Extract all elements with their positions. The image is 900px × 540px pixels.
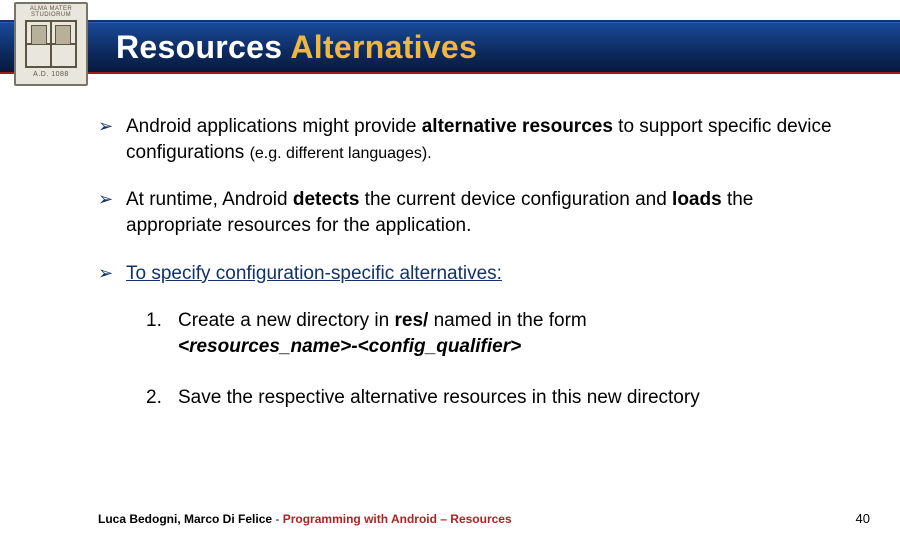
b2-d: loads — [672, 189, 722, 210]
slide-header: Resources Alternatives ALMA MATER STUDIO… — [0, 0, 900, 78]
step-1-number: 1. — [146, 308, 178, 359]
bullet-1: ➢ Android applications might provide alt… — [98, 114, 846, 165]
b2-a: At runtime, Android — [126, 189, 293, 210]
slide-title: Resources Alternatives — [116, 29, 477, 66]
footer-attribution: Luca Bedogni, Marco Di Felice - Programm… — [98, 512, 512, 526]
logo-crest-icon — [25, 20, 77, 68]
steps-list: 1. Create a new directory in res/ named … — [146, 308, 846, 411]
step-1: 1. Create a new directory in res/ named … — [146, 308, 846, 359]
step-2-text: Save the respective alternative resource… — [178, 385, 846, 411]
title-part1: Resources — [116, 29, 290, 65]
b2-b: detects — [293, 189, 360, 210]
slide-body: ➢ Android applications might provide alt… — [0, 78, 900, 411]
bullet-2-text: At runtime, Android detects the current … — [126, 187, 846, 238]
logo-year-text: A.D. 1088 — [33, 71, 69, 78]
page-number: 40 — [856, 511, 870, 526]
bullet-2: ➢ At runtime, Android detects the curren… — [98, 187, 846, 238]
slide-footer: Luca Bedogni, Marco Di Felice - Programm… — [0, 511, 900, 526]
step-1-text: Create a new directory in res/ named in … — [178, 308, 846, 359]
s1-b: res/ — [395, 310, 429, 331]
footer-course: Programming with Android – Resources — [283, 512, 512, 526]
chevron-right-icon: ➢ — [98, 114, 126, 165]
header-band: Resources Alternatives — [0, 22, 900, 74]
b1-b: alternative resources — [422, 116, 613, 137]
bullet-1-text: Android applications might provide alter… — [126, 114, 846, 165]
logo-top-text: ALMA MATER STUDIORUM — [16, 6, 86, 18]
chevron-right-icon: ➢ — [98, 261, 126, 287]
chevron-right-icon: ➢ — [98, 187, 126, 238]
s1-a: Create a new directory in — [178, 310, 395, 331]
s1-c: named in the form — [428, 310, 586, 331]
b1-a: Android applications might provide — [126, 116, 422, 137]
footer-authors: Luca Bedogni, Marco Di Felice — [98, 512, 272, 526]
university-logo: ALMA MATER STUDIORUM A.D. 1088 — [14, 2, 88, 86]
step-2-number: 2. — [146, 385, 178, 411]
b1-d: (e.g. different languages). — [250, 145, 432, 162]
s1-d: <resources_name>-<config_qualifier> — [178, 336, 521, 357]
step-2: 2. Save the respective alternative resou… — [146, 385, 846, 411]
bullet-3: ➢ To specify configuration-specific alte… — [98, 261, 846, 287]
footer-sep: - — [272, 512, 283, 526]
title-part2: Alternatives — [290, 29, 477, 65]
header-top-strip — [0, 0, 900, 22]
bullet-3-text: To specify configuration-specific altern… — [126, 261, 846, 287]
b2-c: the current device configuration and — [359, 189, 672, 210]
